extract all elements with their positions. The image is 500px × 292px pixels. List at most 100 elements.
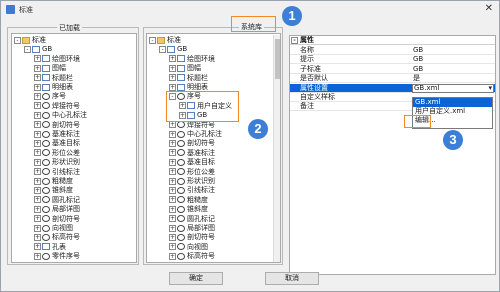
expand-icon[interactable]: +	[34, 233, 41, 241]
tree-item[interactable]: + 圆孔标记	[169, 215, 215, 224]
tree-item[interactable]: - GB	[24, 45, 52, 54]
chevron-down-icon[interactable]: ▾	[488, 84, 492, 93]
close-icon[interactable]: ✕	[485, 3, 493, 14]
tree-item[interactable]: + 绘图环境	[34, 55, 80, 64]
expand-icon[interactable]: +	[169, 130, 176, 138]
expand-icon[interactable]: +	[169, 243, 176, 251]
tree-item[interactable]: + 绘图环境	[169, 55, 215, 64]
property-value-combo[interactable]: GB.xml	[412, 83, 494, 93]
tree-item[interactable]: + 明细表	[34, 83, 73, 92]
expand-icon[interactable]: +	[169, 74, 176, 82]
system-tree-pane[interactable]: - 标准 - GB + 绘图环境 + 图幅 + 标题栏 + 明细表 - 序号 + 用户自定义 + GB + 焊接符号 +…	[146, 33, 281, 263]
tree-item[interactable]: + 图幅	[169, 64, 201, 73]
tree-item[interactable]: + 锥斜度	[169, 205, 208, 214]
tree-item[interactable]: + 图幅	[34, 64, 66, 73]
ok-button[interactable]: 确定	[169, 272, 223, 285]
tree-item[interactable]: + 序号	[34, 92, 66, 101]
expand-icon[interactable]: +	[34, 186, 41, 194]
expand-icon[interactable]: +	[34, 149, 41, 157]
expand-icon[interactable]: +	[34, 130, 41, 138]
tree-item[interactable]: + 粗糙度	[34, 177, 73, 186]
expand-icon[interactable]: +	[34, 168, 41, 176]
tree-item[interactable]: + 形位公差	[34, 149, 80, 158]
tree-item[interactable]: + 局部详图	[169, 224, 215, 233]
collapse-icon[interactable]: -	[24, 45, 31, 53]
tree-item[interactable]: - 标准	[14, 36, 46, 45]
tree-item[interactable]: + 中心孔标注	[169, 130, 222, 139]
tree-item[interactable]: + 剖切符号	[34, 215, 80, 224]
tree-item[interactable]: + 剖切符号	[169, 139, 215, 148]
expand-icon[interactable]: +	[169, 233, 176, 241]
property-row[interactable]: 名称 GB	[290, 46, 495, 55]
expand-icon[interactable]: +	[34, 158, 41, 166]
tree-item[interactable]: + 引线标注	[34, 168, 80, 177]
expand-icon[interactable]: +	[34, 139, 41, 147]
scroll-thumb[interactable]	[275, 39, 280, 79]
expand-icon[interactable]: +	[34, 196, 41, 204]
tree-item[interactable]: + 孔表	[169, 262, 201, 263]
expand-icon[interactable]: +	[34, 55, 41, 63]
expand-icon[interactable]: +	[169, 64, 176, 72]
tree-item[interactable]: + 锥斜度	[34, 186, 73, 195]
expand-icon[interactable]: +	[34, 177, 41, 185]
tree-item[interactable]: + 中心孔标注	[34, 111, 87, 120]
property-row[interactable]: 是否默认 是	[290, 74, 495, 84]
expand-icon[interactable]: +	[169, 262, 176, 263]
expand-icon[interactable]: +	[34, 92, 41, 100]
tree-item[interactable]: + 零件序号	[34, 252, 80, 261]
tree-item[interactable]: + 基准标注	[169, 149, 215, 158]
expand-icon[interactable]: +	[34, 83, 41, 91]
property-row[interactable]: 子标准 GB	[290, 65, 495, 74]
tree-item[interactable]: + 基准标注	[34, 130, 80, 139]
tree-item[interactable]: + 形状识别	[169, 177, 215, 186]
loaded-tree-pane[interactable]: - 标准 - GB + 绘图环境 + 图幅 + 标题栏 + 明细表 + 序号 + 焊接符号 + 中心孔标注 + 剖切符…	[11, 33, 137, 263]
tree-item[interactable]: + 剖切符号	[34, 121, 80, 130]
expand-icon[interactable]: +	[169, 139, 176, 147]
dropdown-option[interactable]: GB.xml	[413, 98, 492, 107]
tree-item[interactable]: + 焊接符号	[34, 102, 80, 111]
property-row[interactable]: 提示 GB	[290, 55, 495, 65]
system-tree-scrollbar[interactable]	[273, 35, 280, 262]
tree-item[interactable]: + 剖切符号	[169, 233, 215, 242]
tree-item[interactable]: + 标高符号	[169, 252, 215, 261]
expand-icon[interactable]: +	[169, 158, 176, 166]
expand-icon[interactable]: +	[34, 205, 41, 213]
tree-item[interactable]: - 标准	[149, 36, 181, 45]
tree-item[interactable]: + 引线标注	[169, 186, 215, 195]
expand-icon[interactable]: +	[169, 177, 176, 185]
collapse-icon[interactable]: -	[291, 37, 298, 44]
collapse-icon[interactable]: -	[159, 45, 166, 53]
expand-icon[interactable]: +	[34, 102, 41, 110]
tree-item[interactable]: - GB	[159, 45, 187, 54]
expand-icon[interactable]: +	[169, 224, 176, 232]
collapse-icon[interactable]: -	[14, 36, 21, 44]
tree-item[interactable]: + 粗糙度	[169, 196, 208, 205]
tree-item[interactable]: + 形位公差	[169, 168, 215, 177]
tree-item[interactable]: + 形状识别	[34, 158, 80, 167]
tree-item[interactable]: + 标题栏	[169, 74, 208, 83]
expand-icon[interactable]: +	[169, 186, 176, 194]
tree-item[interactable]: + 基准目标	[34, 139, 80, 148]
tree-item[interactable]: + 向视图	[34, 224, 73, 233]
expand-icon[interactable]: +	[34, 243, 41, 251]
expand-icon[interactable]: +	[169, 83, 176, 91]
expand-icon[interactable]: +	[169, 121, 176, 129]
tree-item[interactable]: + 标题栏	[34, 74, 73, 83]
expand-icon[interactable]: +	[34, 252, 41, 260]
expand-icon[interactable]: +	[169, 55, 176, 63]
expand-icon[interactable]: +	[169, 149, 176, 157]
tree-item[interactable]: + 基准目标	[169, 158, 215, 167]
tree-item[interactable]: + 标高符号	[34, 233, 80, 242]
expand-icon[interactable]: +	[169, 215, 176, 223]
expand-icon[interactable]: +	[169, 168, 176, 176]
expand-icon[interactable]: +	[169, 252, 176, 260]
collapse-icon[interactable]: -	[149, 36, 156, 44]
expand-icon[interactable]: +	[34, 224, 41, 232]
expand-icon[interactable]: +	[34, 74, 41, 82]
expand-icon[interactable]: +	[169, 205, 176, 213]
expand-icon[interactable]: +	[34, 121, 41, 129]
expand-icon[interactable]: +	[34, 64, 41, 72]
property-grid[interactable]: - 属性 名称 GB 提示 GB 子标准 GB 是否默认是属性设置 GB.xml ▾ 自定义样标备…	[289, 35, 496, 275]
tree-item[interactable]: + 向视图	[169, 243, 208, 252]
cancel-button[interactable]: 取消	[265, 272, 319, 285]
